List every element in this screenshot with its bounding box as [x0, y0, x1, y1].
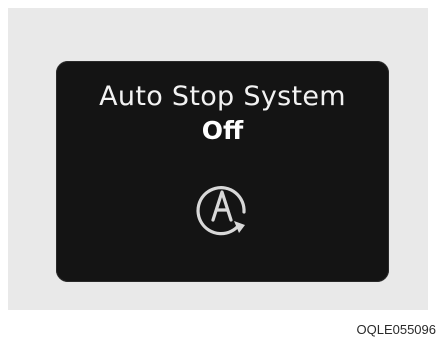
auto-stop-icon	[196, 186, 246, 236]
display-title: Auto Stop System	[99, 81, 346, 112]
cluster-display: Auto Stop System Off	[56, 61, 389, 282]
figure-code: OQLE055096	[356, 322, 436, 337]
page: Auto Stop System Off OQLE055096	[0, 0, 436, 343]
display-status: Off	[201, 116, 244, 145]
